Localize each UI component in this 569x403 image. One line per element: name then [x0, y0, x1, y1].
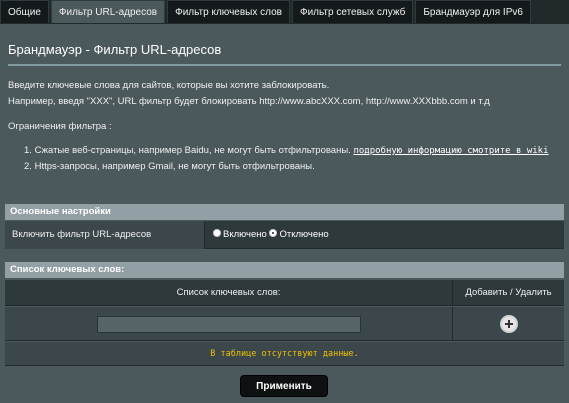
enable-url-filter-label: Включить фильтр URL-адресов [5, 221, 205, 249]
add-keyword-button[interactable] [500, 315, 518, 333]
wiki-link[interactable]: подробную информацию смотрите в wiki [353, 146, 548, 156]
keyword-input-cell [5, 307, 453, 341]
radio-enabled[interactable] [213, 229, 221, 238]
tab-keyword-filter[interactable]: Фильтр ключевых слов [167, 0, 290, 23]
filter-limits-label: Ограничения фильтра : [8, 121, 112, 132]
description-line-1: Введите ключевые слова для сайтов, котор… [8, 80, 330, 91]
basic-settings-header: Основные настройки [5, 204, 564, 220]
enable-url-filter-row: Включить фильтр URL-адресов Включено Отк… [5, 221, 564, 249]
apply-button[interactable]: Применить [240, 375, 328, 397]
keyword-input-row [5, 307, 564, 341]
limit-item-text: Https-запросы, например Gmail, не могут … [34, 161, 315, 172]
limit-item-number: 2. [24, 161, 32, 172]
tab-general[interactable]: Общие [0, 0, 49, 23]
description-line-2: Например, введя "XXX", URL фильтр будет … [8, 96, 490, 107]
limit-item-number: 1. [24, 145, 32, 156]
tab-ipv6-firewall[interactable]: Брандмауэр для IPv6 [415, 0, 531, 23]
keyword-input[interactable] [97, 316, 361, 333]
title-divider [8, 64, 561, 66]
keyword-table-header-row: Список ключевых слов: Добавить / Удалить [5, 280, 564, 306]
radio-enabled-label[interactable]: Включено [223, 229, 267, 240]
limit-item-1: 1. Сжатые веб-страницы, например Baidu, … [24, 143, 554, 159]
main-panel: Брандмауэр - Фильтр URL-адресов Введите … [0, 24, 569, 403]
keyword-list-column-header: Список ключевых слов: [5, 280, 453, 306]
empty-table-message: В таблице отсутствуют данные. [5, 342, 564, 366]
add-delete-column-header: Добавить / Удалить [465, 287, 552, 298]
radio-disabled[interactable] [269, 229, 278, 238]
radio-disabled-label[interactable]: Отключено [279, 229, 328, 240]
keyword-list-header: Список ключевых слов: [5, 262, 564, 278]
filter-limits-list: 1. Сжатые веб-страницы, например Baidu, … [24, 143, 554, 175]
limit-item-text: Сжатые веб-страницы, например Baidu, не … [34, 145, 351, 156]
tab-network-services-filter[interactable]: Фильтр сетевых служб [291, 0, 414, 23]
page-title: Брандмауэр - Фильтр URL-адресов [8, 42, 222, 57]
tab-url-filter[interactable]: Фильтр URL-адресов [50, 0, 166, 23]
tab-bar: Общие Фильтр URL-адресов Фильтр ключевых… [0, 0, 569, 24]
enable-url-filter-options: Включено Отключено [213, 221, 329, 249]
limit-item-2: 2. Https-запросы, например Gmail, не мог… [24, 159, 554, 175]
